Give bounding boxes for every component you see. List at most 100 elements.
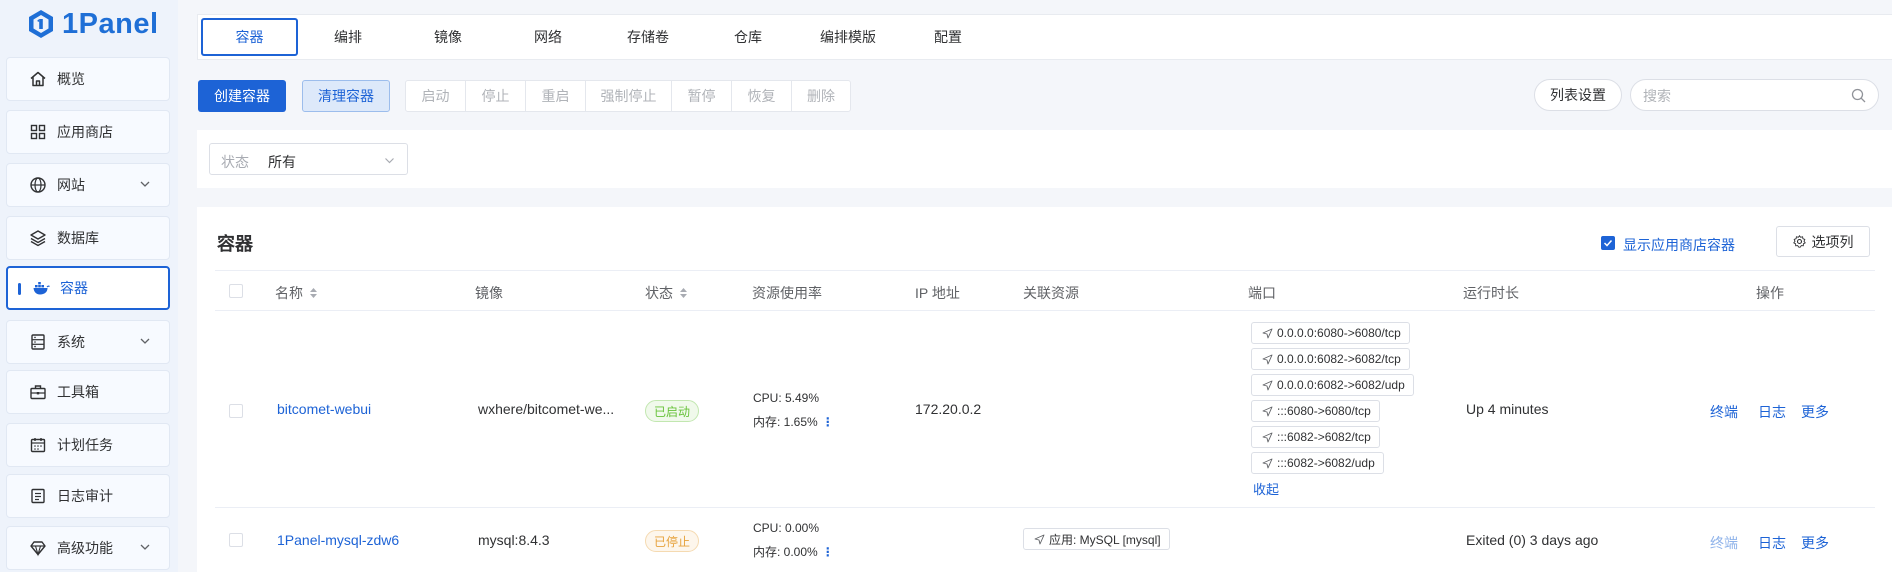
sidebar-item-database[interactable]: 数据库: [6, 216, 170, 260]
status-filter-label: 状态: [221, 154, 249, 170]
row-checkbox[interactable]: [229, 533, 243, 547]
cpu-usage: CPU: 0.00%: [753, 521, 820, 535]
sidebar-item-container[interactable]: 容器: [6, 266, 170, 310]
collapse-ports-link[interactable]: 收起: [1253, 479, 1279, 498]
tab-compose[interactable]: 编排: [298, 18, 398, 56]
port-tag[interactable]: :::6082->6082/udp: [1251, 452, 1384, 474]
sidebar-item-log-audit[interactable]: 日志审计: [6, 474, 170, 518]
send-icon: [1262, 432, 1273, 442]
col-status-label: 状态: [645, 285, 673, 301]
clean-container-button[interactable]: 清理容器: [302, 80, 390, 112]
related-app-tag[interactable]: 应用: MySQL [mysql]: [1023, 528, 1170, 550]
col-status[interactable]: 状态: [645, 283, 688, 303]
uptime: Up 4 minutes: [1466, 401, 1549, 417]
search-icon[interactable]: [1851, 88, 1866, 103]
sidebar-item-label: 容器: [60, 280, 88, 296]
list-settings-button[interactable]: 列表设置: [1534, 79, 1622, 111]
column-options-label: 选项列: [1811, 233, 1854, 250]
sidebar-item-toolbox[interactable]: 工具箱: [6, 370, 170, 414]
port-tag[interactable]: :::6080->6080/tcp: [1251, 400, 1380, 422]
log-icon: [29, 487, 47, 505]
active-indicator: [18, 283, 21, 295]
row-divider: [215, 507, 1875, 508]
status-filter-select[interactable]: 状态 所有: [209, 143, 408, 175]
globe-icon: [29, 176, 47, 194]
sidebar-item-system[interactable]: 系统: [6, 320, 170, 364]
select-all-checkbox[interactable]: [229, 284, 243, 298]
container-name-link[interactable]: bitcomet-webui: [277, 401, 371, 417]
logo[interactable]: 1Panel: [26, 6, 159, 42]
port-text: 0.0.0.0:6082->6082/tcp: [1277, 352, 1401, 366]
col-related: 关联资源: [1023, 285, 1079, 301]
col-resource: 资源使用率: [752, 285, 822, 301]
chevron-down-icon: [140, 544, 150, 550]
uptime: Exited (0) 3 days ago: [1466, 532, 1599, 548]
column-options-button[interactable]: 选项列: [1776, 226, 1870, 257]
port-text: :::6082->6082/tcp: [1277, 430, 1371, 444]
status-badge: 已停止: [645, 530, 699, 552]
col-image: 镜像: [475, 285, 503, 301]
log-button[interactable]: 日志: [1758, 402, 1786, 422]
pause-button[interactable]: 暂停: [672, 81, 732, 111]
show-store-checkbox[interactable]: [1601, 236, 1615, 250]
col-uptime: 运行时长: [1463, 285, 1519, 301]
terminal-button[interactable]: 终端: [1710, 402, 1738, 422]
section-title: 容器: [217, 234, 253, 254]
sidebar-item-cron[interactable]: 计划任务: [6, 423, 170, 467]
restart-button[interactable]: 重启: [526, 81, 586, 111]
tab-bar: 容器 编排 镜像 网络 存储卷 仓库 编排模版 配置: [197, 14, 1892, 60]
diamond-icon: [29, 539, 47, 557]
container-list-panel: 容器 显示应用商店容器 选项列 名称 镜像 状态 资源使用率 IP 地址 关联资…: [197, 207, 1892, 572]
port-text: :::6082->6082/udp: [1277, 456, 1375, 470]
sidebar-item-label: 数据库: [57, 230, 99, 246]
stop-button[interactable]: 停止: [466, 81, 526, 111]
tab-image[interactable]: 镜像: [398, 18, 498, 56]
port-tag[interactable]: 0.0.0.0:6080->6080/tcp: [1251, 322, 1410, 344]
container-image: wxhere/bitcomet-we...: [478, 401, 615, 417]
sidebar-item-label: 应用商店: [57, 124, 113, 140]
port-tag[interactable]: 0.0.0.0:6082->6082/udp: [1251, 374, 1414, 396]
tab-volume[interactable]: 存储卷: [598, 18, 698, 56]
start-button[interactable]: 启动: [406, 81, 466, 111]
docker-icon: [32, 279, 50, 297]
chevron-down-icon: [140, 181, 150, 187]
tab-settings[interactable]: 配置: [898, 18, 998, 56]
force-stop-button[interactable]: 强制停止: [586, 81, 672, 111]
sidebar-item-label: 日志审计: [57, 488, 113, 504]
server-icon: [29, 333, 47, 351]
sort-icon: [310, 288, 317, 298]
terminal-button[interactable]: 终端: [1710, 533, 1738, 553]
col-name[interactable]: 名称: [275, 283, 318, 303]
mem-usage: 内存: 0.00% ⋮: [753, 543, 834, 560]
sidebar-item-overview[interactable]: 概览: [6, 57, 170, 101]
more-button[interactable]: 更多: [1801, 402, 1829, 422]
container-name-link[interactable]: 1Panel-mysql-zdw6: [277, 532, 399, 548]
tab-network[interactable]: 网络: [498, 18, 598, 56]
sidebar-item-app-store[interactable]: 应用商店: [6, 110, 170, 154]
port-tag[interactable]: :::6082->6082/tcp: [1251, 426, 1380, 448]
resume-button[interactable]: 恢复: [732, 81, 792, 111]
sidebar-item-label: 概览: [57, 71, 85, 87]
status-filter-value: 所有: [268, 154, 296, 170]
search-input[interactable]: [1641, 86, 1845, 106]
row-checkbox[interactable]: [229, 404, 243, 418]
sidebar-item-label: 网站: [57, 177, 85, 193]
create-container-button[interactable]: 创建容器: [198, 80, 286, 112]
col-ops: 操作: [1756, 285, 1784, 301]
sidebar-item-website[interactable]: 网站: [6, 163, 170, 207]
cpu-usage: CPU: 5.49%: [753, 391, 820, 405]
logo-icon: [29, 10, 53, 38]
log-button[interactable]: 日志: [1758, 533, 1786, 553]
port-tag[interactable]: 0.0.0.0:6082->6082/tcp: [1251, 348, 1410, 370]
sidebar-item-advanced[interactable]: 高级功能: [6, 526, 170, 570]
tab-container[interactable]: 容器: [201, 18, 298, 56]
tab-compose-template[interactable]: 编排模版: [798, 18, 898, 56]
more-button[interactable]: 更多: [1801, 533, 1829, 553]
show-store-label[interactable]: 显示应用商店容器: [1623, 235, 1735, 255]
send-icon: [1262, 458, 1273, 468]
more-vertical-icon[interactable]: ⋮: [822, 415, 834, 429]
tab-repo[interactable]: 仓库: [698, 18, 798, 56]
more-vertical-icon[interactable]: ⋮: [822, 545, 834, 559]
logo-text: 1Panel: [62, 7, 159, 40]
delete-button[interactable]: 删除: [792, 81, 850, 111]
